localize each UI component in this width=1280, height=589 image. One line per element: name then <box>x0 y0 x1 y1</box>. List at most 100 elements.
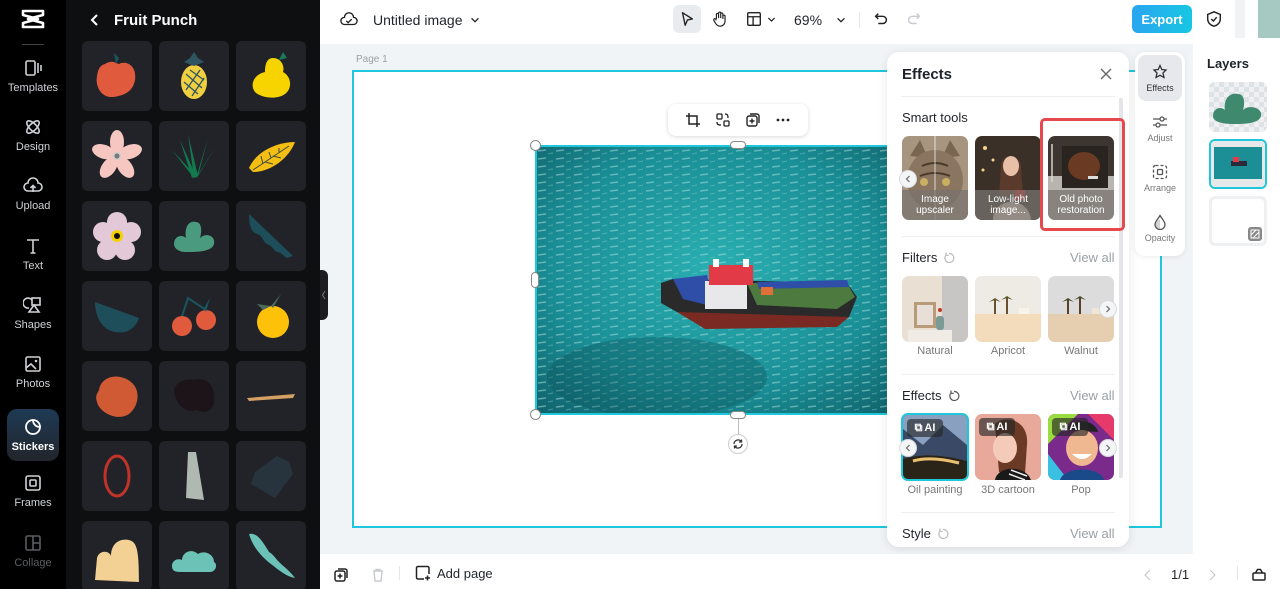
sticker-green-bush[interactable] <box>159 201 229 271</box>
zoom-level[interactable]: 69% <box>794 10 822 30</box>
replace-icon[interactable] <box>715 112 731 128</box>
bottom-bar: Add page 1/1 <box>320 554 1280 589</box>
crop-icon[interactable] <box>685 112 701 128</box>
sticker-grey-trapezoid[interactable] <box>159 441 229 511</box>
section-title: Effects <box>902 388 942 403</box>
resize-handle-bottom[interactable] <box>730 411 746 419</box>
sidebar-item-shapes[interactable]: Shapes <box>7 287 59 339</box>
smart-tools-prev-button[interactable] <box>899 170 917 188</box>
reset-icon[interactable] <box>937 528 949 540</box>
filter-natural[interactable] <box>902 276 968 342</box>
sticker-mint-leaf[interactable] <box>236 521 306 589</box>
avatar-placeholder[interactable] <box>1235 0 1245 38</box>
tab-adjust[interactable]: Adjust <box>1138 105 1182 151</box>
sticker-navy-shape[interactable] <box>236 441 306 511</box>
more-options-icon[interactable] <box>775 112 791 128</box>
sidebar-item-collage[interactable]: Collage <box>7 525 59 577</box>
page-label: Page 1 <box>356 54 388 65</box>
effect-3d-cartoon[interactable]: ⧉ AI <box>975 414 1041 480</box>
ai-badge: ⧉ AI <box>979 418 1015 436</box>
layers-title: Layers <box>1207 56 1249 71</box>
section-title: Style <box>902 526 931 541</box>
duplicate-icon[interactable] <box>745 112 761 128</box>
sticker-orange[interactable] <box>236 281 306 351</box>
undo-button[interactable] <box>871 9 891 29</box>
sidebar-item-text[interactable]: Text <box>7 228 59 280</box>
tool-low-light-image[interactable]: Low-light image... <box>975 136 1041 220</box>
layer-background[interactable] <box>1209 196 1267 246</box>
sticker-pear[interactable] <box>236 41 306 111</box>
cloud-save-icon[interactable] <box>338 10 360 30</box>
rotate-handle[interactable] <box>728 434 748 454</box>
smart-tools-heading: Smart tools <box>902 110 968 125</box>
layer-boat-image[interactable] <box>1209 139 1267 189</box>
document-title[interactable]: Untitled image <box>373 10 463 30</box>
sticker-apple[interactable] <box>82 41 152 111</box>
zoom-dropdown-chevron-icon[interactable] <box>834 10 848 30</box>
sticker-mint-cloud[interactable] <box>159 521 229 589</box>
effects-next-button[interactable] <box>1099 439 1117 457</box>
resize-handle-bottom-left[interactable] <box>530 409 541 420</box>
page-manager-button[interactable] <box>1251 566 1267 582</box>
sidebar-item-design[interactable]: Design <box>7 109 59 161</box>
effects-view-all-link[interactable]: View all <box>1070 388 1115 403</box>
reset-icon[interactable] <box>948 390 960 402</box>
sticker-teal-diagonal-shape[interactable] <box>236 201 306 271</box>
sticker-cherries[interactable] <box>159 281 229 351</box>
filters-next-button[interactable] <box>1099 300 1117 318</box>
prev-page-button[interactable] <box>1140 567 1156 583</box>
sticker-pineapple[interactable] <box>159 41 229 111</box>
sticker-teal-bowl-shape[interactable] <box>82 281 152 351</box>
selected-boat-image[interactable] <box>535 145 895 415</box>
hand-tool-button[interactable] <box>707 5 733 33</box>
tool-caption: Image upscaler <box>902 190 968 220</box>
filter-apricot[interactable] <box>975 276 1041 342</box>
sticker-red-ring[interactable] <box>82 441 152 511</box>
panel-collapse-handle[interactable] <box>320 270 328 320</box>
back-arrow-icon[interactable] <box>88 13 102 27</box>
sticker-pink-flower[interactable] <box>82 121 152 191</box>
tab-arrange[interactable]: Arrange <box>1138 155 1182 201</box>
sidebar-item-frames[interactable]: Frames <box>7 465 59 517</box>
next-page-button[interactable] <box>1204 567 1220 583</box>
select-tool-button[interactable] <box>673 5 701 33</box>
sidebar-item-stickers[interactable]: Stickers <box>7 409 59 461</box>
capcut-logo-icon[interactable] <box>20 8 46 30</box>
add-page-button[interactable]: Add page <box>415 565 493 581</box>
sticker-cream-cloud-shape[interactable] <box>82 521 152 589</box>
tab-opacity[interactable]: Opacity <box>1138 205 1182 251</box>
export-button[interactable]: Export <box>1132 5 1192 33</box>
sidebar-item-upload[interactable]: Upload <box>7 168 59 220</box>
duplicate-page-button[interactable] <box>333 567 349 583</box>
rotate-connector <box>738 419 739 434</box>
opacity-drop-icon <box>1154 213 1166 230</box>
close-icon[interactable] <box>1099 67 1113 81</box>
resize-handle-top-left[interactable] <box>530 140 541 151</box>
sticker-yellow-leaf[interactable] <box>236 121 306 191</box>
resize-handle-left[interactable] <box>531 272 539 288</box>
reset-icon[interactable] <box>943 252 955 264</box>
sticker-dark-blob[interactable] <box>159 361 229 431</box>
page-indicator: 1/1 <box>1171 567 1190 582</box>
sidebar-item-photos[interactable]: Photos <box>7 346 59 398</box>
sidebar-item-templates[interactable]: Templates <box>7 50 59 102</box>
style-view-all-link[interactable]: View all <box>1070 526 1115 541</box>
filters-view-all-link[interactable]: View all <box>1070 250 1115 265</box>
sticker-tan-stroke[interactable] <box>236 361 306 431</box>
tab-effects[interactable]: Effects <box>1138 55 1182 101</box>
delete-page-button[interactable] <box>370 567 386 583</box>
resize-handle-top[interactable] <box>730 141 746 149</box>
sticker-lilac-flower[interactable] <box>82 201 152 271</box>
title-dropdown-chevron-icon[interactable] <box>468 10 482 30</box>
user-avatar[interactable] <box>1258 0 1280 38</box>
shield-check-button[interactable] <box>1204 9 1224 29</box>
shield-check-icon <box>1206 11 1222 27</box>
hand-icon <box>713 11 726 27</box>
sticker-orange-blob[interactable] <box>82 361 152 431</box>
sidebar-item-label: Collage <box>14 557 52 569</box>
redo-button[interactable] <box>904 9 924 29</box>
effects-prev-button[interactable] <box>899 439 917 457</box>
layer-sticker-bush[interactable] <box>1209 82 1267 132</box>
layout-dropdown-button[interactable] <box>743 5 779 33</box>
sticker-green-leaves[interactable] <box>159 121 229 191</box>
